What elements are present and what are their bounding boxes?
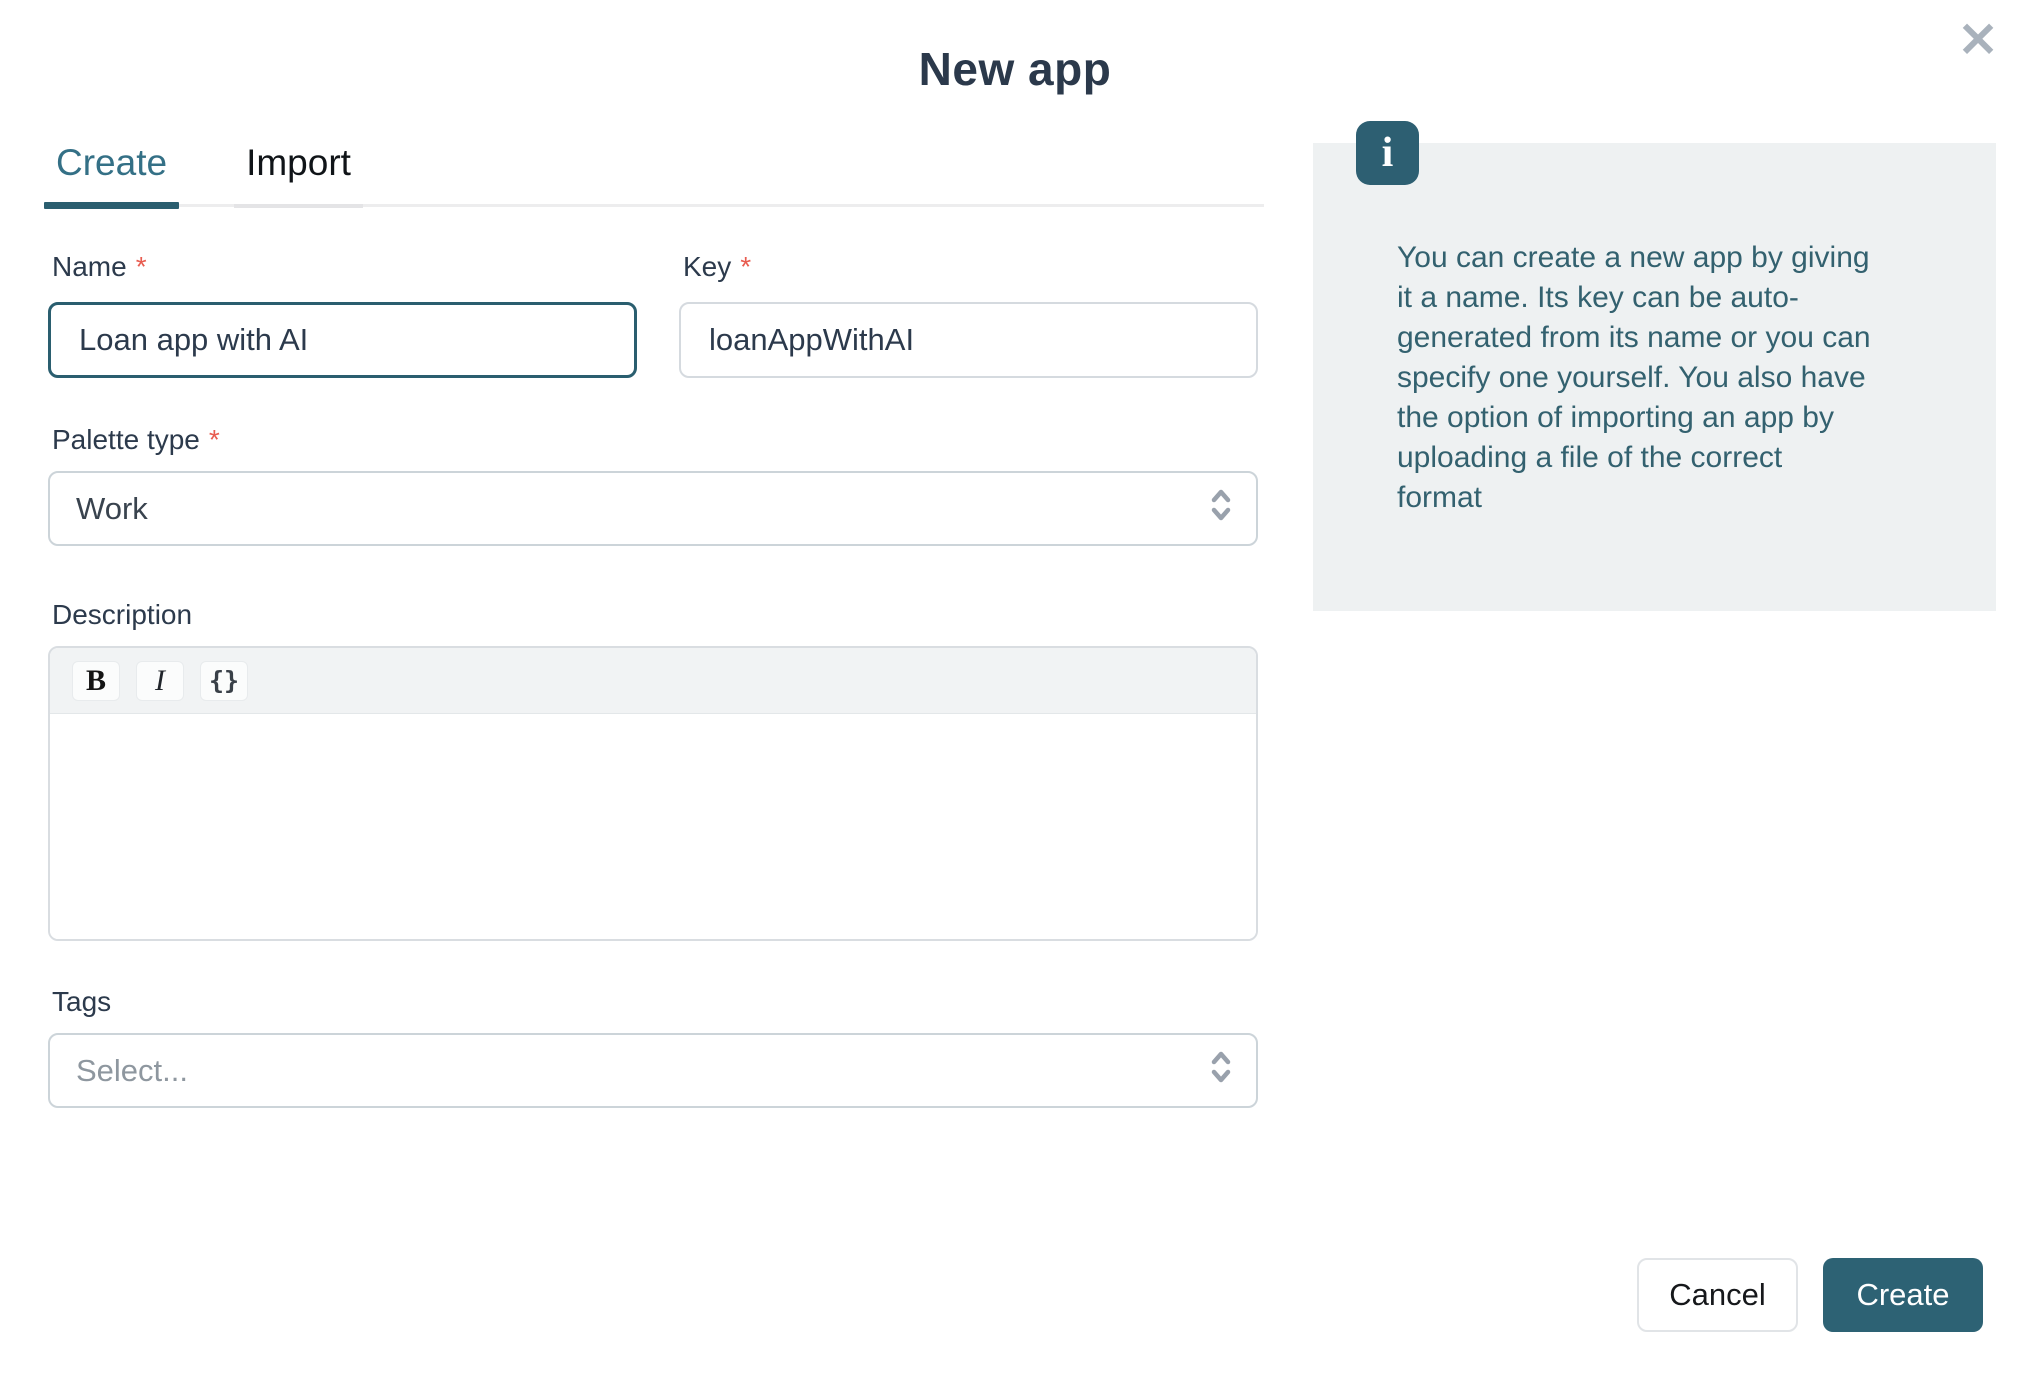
description-toolbar: B I {}	[50, 648, 1256, 714]
close-icon[interactable]: ×	[1948, 6, 2008, 70]
info-panel: i You can create a new app by giving it …	[1313, 143, 1996, 611]
tab-create-label: Create	[56, 142, 167, 183]
info-icon: i	[1356, 121, 1419, 185]
chevron-updown-icon	[1210, 1049, 1232, 1093]
cancel-button[interactable]: Cancel	[1637, 1258, 1798, 1332]
tab-import-label: Import	[246, 142, 351, 183]
code-button[interactable]: {}	[200, 661, 248, 701]
name-label: Name*	[52, 250, 637, 284]
italic-icon: I	[155, 664, 165, 698]
tags-placeholder: Select...	[76, 1053, 188, 1089]
key-label: Key*	[683, 250, 1258, 284]
code-icon: {}	[209, 666, 239, 695]
required-asterisk: *	[209, 424, 220, 455]
required-asterisk: *	[740, 251, 751, 282]
tags-label: Tags	[52, 985, 1258, 1019]
tab-bar: Create Import	[48, 142, 1264, 207]
required-asterisk: *	[136, 251, 147, 282]
chevron-updown-icon	[1210, 487, 1232, 531]
modal-title: New app	[0, 42, 2030, 96]
bold-icon: B	[86, 664, 106, 698]
info-text: You can create a new app by giving it a …	[1397, 238, 1873, 518]
tab-import-underline	[234, 204, 363, 208]
tags-group: Tags Select...	[48, 985, 1258, 1108]
palette-type-select[interactable]: Work	[48, 471, 1258, 546]
tab-create-underline	[44, 202, 179, 209]
palette-type-label: Palette type*	[52, 423, 1258, 457]
bold-button[interactable]: B	[72, 661, 120, 701]
key-input[interactable]	[679, 302, 1258, 378]
key-field-group: Key*	[679, 250, 1258, 378]
description-editor: B I {}	[48, 646, 1258, 941]
new-app-modal: New app × Create Import Name* Key*	[0, 0, 2030, 1384]
italic-button[interactable]: I	[136, 661, 184, 701]
tab-create[interactable]: Create	[54, 142, 169, 204]
description-textarea[interactable]	[50, 714, 1256, 939]
name-field-group: Name*	[48, 250, 637, 378]
create-button[interactable]: Create	[1823, 1258, 1983, 1332]
palette-type-group: Palette type* Work	[48, 423, 1258, 546]
palette-type-value: Work	[76, 491, 148, 527]
tags-select[interactable]: Select...	[48, 1033, 1258, 1108]
description-label: Description	[52, 598, 1258, 632]
description-group: Description B I {}	[48, 598, 1258, 941]
name-input[interactable]	[48, 302, 637, 378]
tab-import[interactable]: Import	[244, 142, 353, 204]
